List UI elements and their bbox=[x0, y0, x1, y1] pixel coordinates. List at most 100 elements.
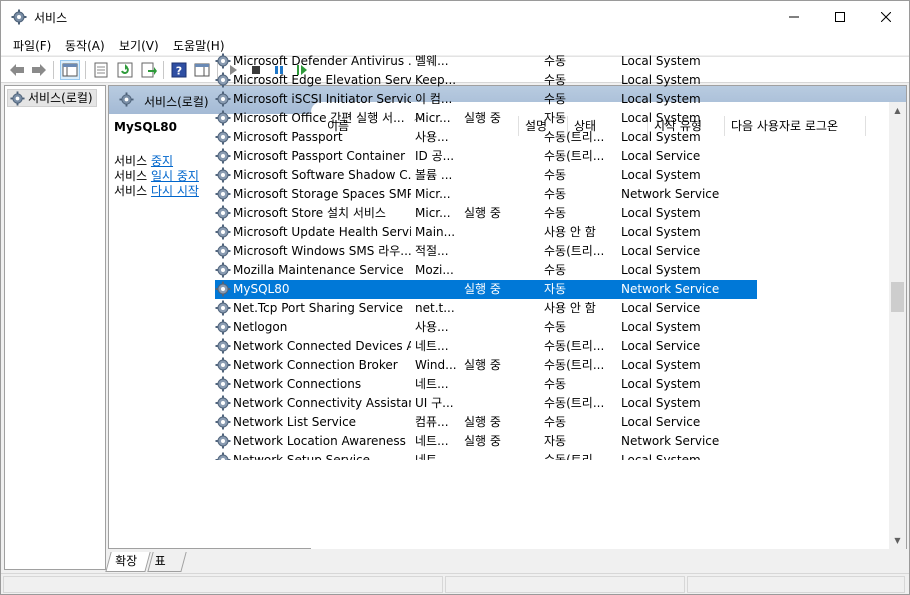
service-gear-icon bbox=[215, 243, 231, 259]
service-name-cell: Network Connected Devices A... bbox=[233, 339, 411, 353]
scroll-down-arrow-icon[interactable]: ▼ bbox=[889, 532, 906, 549]
table-row[interactable]: Microsoft iSCSI Initiator Service 이 컴... 수… bbox=[215, 90, 757, 109]
properties-sheet-icon[interactable] bbox=[91, 60, 111, 80]
back-arrow-icon[interactable] bbox=[7, 60, 27, 80]
services-gear-icon bbox=[119, 92, 134, 110]
column-divider[interactable] bbox=[865, 116, 866, 136]
service-gear-icon bbox=[215, 338, 231, 354]
toolbar-divider bbox=[53, 61, 54, 79]
service-name-cell: Network Setup Service bbox=[233, 453, 371, 460]
scroll-up-arrow-icon[interactable]: ▲ bbox=[889, 102, 906, 119]
service-name-cell: Microsoft Edge Elevation Servi... bbox=[233, 73, 411, 87]
service-logon-cell: Local Service bbox=[621, 415, 701, 429]
service-name-cell: Mozilla Maintenance Service bbox=[233, 263, 404, 277]
service-description-cell: Main... bbox=[415, 225, 456, 239]
service-description-cell: ID 공... bbox=[415, 149, 455, 163]
selected-service-name: MySQL80 bbox=[114, 120, 177, 134]
service-gear-icon bbox=[215, 300, 231, 316]
table-row[interactable]: Network Setup Service 네트... 수동(트리... Local … bbox=[215, 451, 757, 460]
services-gear-icon bbox=[11, 9, 27, 25]
table-row[interactable]: Microsoft Store 설치 서비스 Micr... 실행 중 수동 Local… bbox=[215, 204, 757, 223]
service-name-cell: Network Location Awareness bbox=[233, 434, 406, 448]
tab-standard[interactable]: 표준 bbox=[147, 552, 187, 587]
svg-text:?: ? bbox=[176, 65, 182, 78]
table-row[interactable]: Microsoft Defender Antivirus ... 멜웨... 수동 L… bbox=[215, 52, 757, 71]
service-description-cell: 네트... bbox=[415, 377, 449, 391]
service-startup-type-cell: 수동 bbox=[544, 415, 567, 429]
status-segment bbox=[445, 576, 685, 593]
service-gear-icon bbox=[215, 376, 231, 392]
tab-extended[interactable]: 확장 bbox=[105, 552, 151, 572]
service-name-cell: Network Connection Broker bbox=[233, 358, 398, 372]
service-logon-cell: Network Service bbox=[621, 434, 720, 448]
maximize-button[interactable] bbox=[817, 1, 863, 33]
service-startup-type-cell: 사용 안 함 bbox=[544, 301, 596, 315]
table-row[interactable]: Microsoft Passport 사용... 수동(트리... Local Sys… bbox=[215, 128, 757, 147]
table-row[interactable]: Network List Service 컴퓨... 실행 중 수동 Local Ser… bbox=[215, 413, 757, 432]
table-row[interactable]: Microsoft Storage Spaces SMP Micr... 수동 Net… bbox=[215, 185, 757, 204]
table-row[interactable]: Net.Tcp Port Sharing Service net.t... 사용 안… bbox=[215, 299, 757, 318]
service-name-cell: Network Connections bbox=[233, 377, 362, 391]
table-row[interactable]: Microsoft Office 간편 실행 서... Micr... 실행 중 자동… bbox=[215, 109, 757, 128]
table-row[interactable]: Mozilla Maintenance Service Mozi... 수동 Loca… bbox=[215, 261, 757, 280]
menu-action[interactable]: 동작(A) bbox=[65, 37, 105, 54]
service-logon-cell: Local System bbox=[621, 396, 701, 410]
table-row[interactable]: Microsoft Software Shadow C... 볼륨 ... 수동 Lo… bbox=[215, 166, 757, 185]
service-startup-type-cell: 자동 bbox=[544, 282, 567, 296]
vertical-scrollbar[interactable]: ▲ ▼ bbox=[889, 102, 906, 549]
service-description-cell: UI 구... bbox=[415, 396, 454, 410]
table-row[interactable]: Network Connections 네트... 수동 Local System bbox=[215, 375, 757, 394]
restart-service-link[interactable]: 다시 시작 bbox=[151, 184, 199, 198]
service-description-cell: Mozi... bbox=[415, 263, 454, 277]
service-name-cell: Microsoft Software Shadow C... bbox=[233, 168, 411, 182]
console-tree-icon[interactable] bbox=[60, 60, 80, 80]
minimize-button[interactable] bbox=[771, 1, 817, 33]
export-list-icon[interactable] bbox=[139, 60, 159, 80]
service-gear-icon bbox=[215, 167, 231, 183]
service-gear-icon bbox=[215, 319, 231, 335]
service-logon-cell: Local System bbox=[621, 54, 701, 68]
service-name-cell: Network Connectivity Assistant bbox=[233, 396, 411, 410]
table-row[interactable]: MySQL80 실행 중 자동 Network Service bbox=[215, 280, 757, 299]
service-startup-type-cell: 수동 bbox=[544, 187, 567, 201]
service-name-cell: Microsoft Storage Spaces SMP bbox=[233, 187, 411, 201]
service-name-cell: Net.Tcp Port Sharing Service bbox=[233, 301, 404, 315]
service-gear-icon bbox=[215, 205, 231, 221]
service-gear-icon bbox=[215, 72, 231, 88]
menu-file[interactable]: 파일(F) bbox=[13, 37, 51, 54]
service-description-cell: 컴퓨... bbox=[415, 415, 449, 429]
show-hide-action-pane-icon[interactable] bbox=[192, 60, 212, 80]
status-segment bbox=[3, 576, 443, 593]
table-row[interactable]: Network Location Awareness 네트... 실행 중 자동 Net… bbox=[215, 432, 757, 451]
service-description-cell: Wind... bbox=[415, 358, 457, 372]
service-logon-cell: Local System bbox=[621, 168, 701, 182]
tree-item-services-local[interactable]: 서비스(로컬) bbox=[7, 89, 97, 107]
service-startup-type-cell: 수동 bbox=[544, 377, 567, 391]
service-name-cell: Microsoft Store 설치 서비스 bbox=[233, 206, 386, 220]
table-row[interactable]: Netlogon 사용... 수동 Local System bbox=[215, 318, 757, 337]
close-button[interactable] bbox=[863, 1, 909, 33]
service-startup-type-cell: 자동 bbox=[544, 434, 567, 448]
table-row[interactable]: Microsoft Update Health Service Main... 사용… bbox=[215, 223, 757, 242]
table-row[interactable]: Network Connection Broker Wind... 실행 중 수동(트… bbox=[215, 356, 757, 375]
service-logon-cell: Local System bbox=[621, 206, 701, 220]
service-logon-cell: Local System bbox=[621, 263, 701, 277]
pause-service-link[interactable]: 일시 중지 bbox=[151, 169, 199, 183]
service-startup-type-cell: 수동 bbox=[544, 92, 567, 106]
scrollbar-thumb[interactable] bbox=[891, 282, 904, 312]
table-row[interactable]: Microsoft Passport Container ID 공... 수동(트리… bbox=[215, 147, 757, 166]
help-icon[interactable]: ? bbox=[169, 60, 189, 80]
refresh-icon[interactable] bbox=[115, 60, 135, 80]
stop-service-link[interactable]: 중지 bbox=[151, 154, 173, 168]
menu-view[interactable]: 보기(V) bbox=[119, 37, 159, 54]
table-row[interactable]: Network Connectivity Assistant UI 구... 수동(… bbox=[215, 394, 757, 413]
table-row[interactable]: Microsoft Windows SMS 라우... 적절... 수동(트리...… bbox=[215, 242, 757, 261]
forward-arrow-icon[interactable] bbox=[29, 60, 49, 80]
service-name-cell: Microsoft Update Health Service bbox=[233, 225, 411, 239]
service-startup-type-cell: 자동 bbox=[544, 111, 567, 125]
service-logon-cell: Local Service bbox=[621, 301, 701, 315]
service-description-cell: 적절... bbox=[415, 244, 449, 258]
service-description-cell: Micr... bbox=[415, 206, 451, 220]
table-row[interactable]: Network Connected Devices A... 네트... 수동(트리… bbox=[215, 337, 757, 356]
table-row[interactable]: Microsoft Edge Elevation Servi... Keep...… bbox=[215, 71, 757, 90]
